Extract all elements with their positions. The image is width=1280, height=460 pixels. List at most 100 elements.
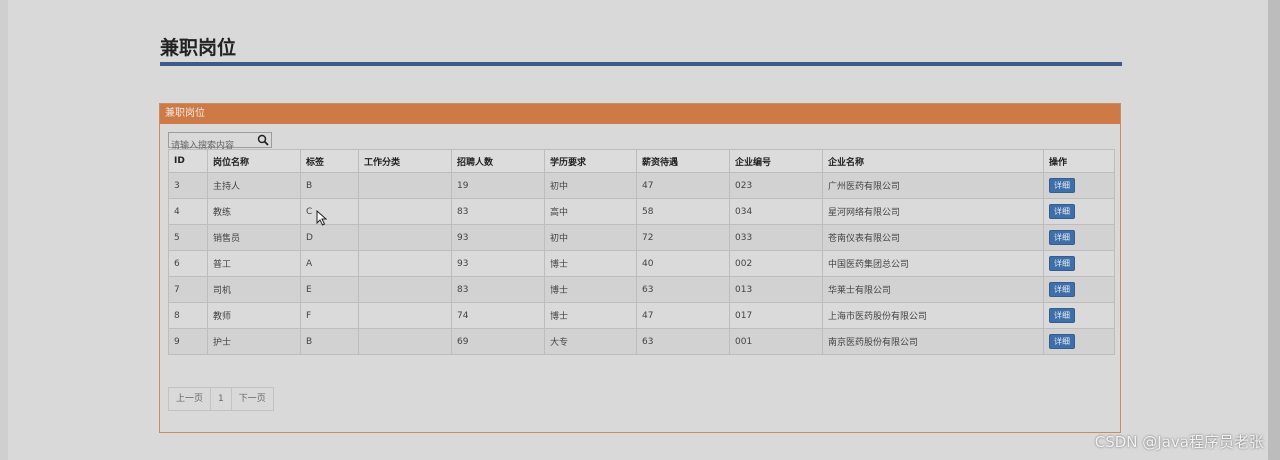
header-salary[interactable]: 薪资待遇 (636, 149, 730, 173)
cell-work-category (358, 302, 452, 329)
cell-company-no: 033 (729, 224, 823, 251)
cell-salary: 58 (636, 198, 730, 225)
cell-education: 初中 (544, 224, 637, 251)
pagination: 上一页 1 下一页 (168, 387, 274, 411)
cell-job-name: 主持人 (207, 172, 301, 199)
cell-id: 9 (168, 328, 208, 355)
header-hire-count[interactable]: 招聘人数 (451, 149, 545, 173)
detail-button[interactable]: 详细 (1049, 204, 1075, 219)
cell-work-category (358, 172, 452, 199)
cell-id: 7 (168, 276, 208, 303)
detail-button[interactable]: 详细 (1049, 308, 1075, 323)
cell-actions: 详细 (1043, 302, 1115, 329)
window-right-edge (1268, 0, 1280, 460)
cell-salary: 47 (636, 172, 730, 199)
cell-education: 博士 (544, 302, 637, 329)
page-header: 兼职岗位 (160, 34, 1122, 66)
cell-actions: 详细 (1043, 198, 1115, 225)
header-tag[interactable]: 标签 (300, 149, 359, 173)
cell-hire-count: 69 (451, 328, 545, 355)
cell-education: 高中 (544, 198, 637, 225)
cell-hire-count: 93 (451, 224, 545, 251)
cell-company-name: 广州医药有限公司 (822, 172, 1044, 199)
cell-work-category (358, 198, 452, 225)
cell-job-name: 销售员 (207, 224, 301, 251)
window-left-edge (0, 0, 8, 460)
cell-company-name: 上海市医药股份有限公司 (822, 302, 1044, 329)
table-row: 4 教练 C 83 高中 58 034 星河网络有限公司 详细 (168, 198, 1115, 225)
cell-company-no: 013 (729, 276, 823, 303)
cell-job-name: 教练 (207, 198, 301, 225)
table-row: 8 教师 F 74 博士 47 017 上海市医药股份有限公司 详细 (168, 302, 1115, 329)
cell-education: 初中 (544, 172, 637, 199)
watermark: CSDN @Java程序员老张 (1094, 433, 1264, 451)
mouse-cursor-icon (316, 210, 328, 226)
table-header-row: ID 岗位名称 标签 工作分类 招聘人数 学历要求 薪资待遇 企业编号 企业名称… (168, 149, 1115, 173)
cell-actions: 详细 (1043, 172, 1115, 199)
jobs-panel: 兼职岗位 ID 岗位名称 标签 工作分类 招聘人数 学历要求 薪资待遇 企业编号… (159, 103, 1121, 433)
panel-title: 兼职岗位 (160, 104, 1120, 124)
cell-id: 8 (168, 302, 208, 329)
cell-company-name: 星河网络有限公司 (822, 198, 1044, 225)
cell-company-name: 苍南仪表有限公司 (822, 224, 1044, 251)
cell-actions: 详细 (1043, 276, 1115, 303)
cell-company-name: 南京医药股份有限公司 (822, 328, 1044, 355)
cell-tag: E (300, 276, 359, 303)
cell-job-name: 司机 (207, 276, 301, 303)
cell-work-category (358, 224, 452, 251)
table-row: 3 主持人 B 19 初中 47 023 广州医药有限公司 详细 (168, 172, 1115, 199)
detail-button[interactable]: 详细 (1049, 178, 1075, 193)
search-icon[interactable] (257, 134, 269, 146)
detail-button[interactable]: 详细 (1049, 282, 1075, 297)
cell-id: 5 (168, 224, 208, 251)
cell-education: 大专 (544, 328, 637, 355)
header-education[interactable]: 学历要求 (544, 149, 637, 173)
header-job-name[interactable]: 岗位名称 (207, 149, 301, 173)
cell-salary: 40 (636, 250, 730, 277)
cell-education: 博士 (544, 276, 637, 303)
header-company-no[interactable]: 企业编号 (729, 149, 823, 173)
prev-page-button[interactable]: 上一页 (169, 388, 212, 410)
cell-work-category (358, 250, 452, 277)
title-underline (160, 62, 1122, 66)
cell-company-name: 中国医药集团总公司 (822, 250, 1044, 277)
cell-tag: F (300, 302, 359, 329)
page-title: 兼职岗位 (160, 37, 237, 59)
cell-job-name: 普工 (207, 250, 301, 277)
cell-tag: B (300, 172, 359, 199)
cell-tag: D (300, 224, 359, 251)
cell-job-name: 教师 (207, 302, 301, 329)
cell-tag: C (300, 198, 359, 225)
cell-hire-count: 83 (451, 276, 545, 303)
detail-button[interactable]: 详细 (1049, 256, 1075, 271)
header-company-name[interactable]: 企业名称 (822, 149, 1044, 173)
cell-salary: 63 (636, 328, 730, 355)
header-actions: 操作 (1043, 149, 1115, 173)
next-page-button[interactable]: 下一页 (232, 388, 273, 410)
cell-job-name: 护士 (207, 328, 301, 355)
cell-actions: 详细 (1043, 250, 1115, 277)
cell-actions: 详细 (1043, 224, 1115, 251)
cell-actions: 详细 (1043, 328, 1115, 355)
cell-work-category (358, 276, 452, 303)
cell-company-no: 017 (729, 302, 823, 329)
table-row: 5 销售员 D 93 初中 72 033 苍南仪表有限公司 详细 (168, 224, 1115, 251)
detail-button[interactable]: 详细 (1049, 334, 1075, 349)
cell-work-category (358, 328, 452, 355)
page-number-button[interactable]: 1 (211, 388, 232, 410)
header-id[interactable]: ID (168, 149, 208, 173)
cell-company-no: 034 (729, 198, 823, 225)
cell-id: 4 (168, 198, 208, 225)
cell-company-no: 002 (729, 250, 823, 277)
header-work-category[interactable]: 工作分类 (358, 149, 452, 173)
jobs-table: ID 岗位名称 标签 工作分类 招聘人数 学历要求 薪资待遇 企业编号 企业名称… (168, 149, 1115, 355)
detail-button[interactable]: 详细 (1049, 230, 1075, 245)
cell-company-no: 001 (729, 328, 823, 355)
cell-company-no: 023 (729, 172, 823, 199)
cell-education: 博士 (544, 250, 637, 277)
cell-hire-count: 83 (451, 198, 545, 225)
cell-salary: 72 (636, 224, 730, 251)
search-box (168, 132, 272, 153)
cell-tag: A (300, 250, 359, 277)
cell-hire-count: 74 (451, 302, 545, 329)
